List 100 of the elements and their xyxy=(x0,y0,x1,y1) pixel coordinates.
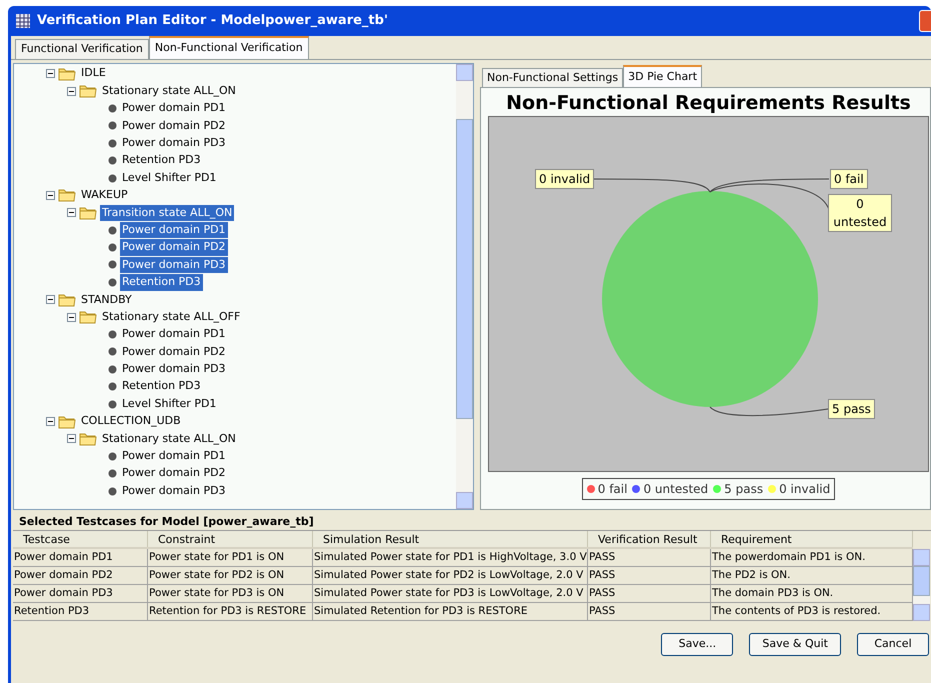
tree-item[interactable]: Power domain PD2 xyxy=(120,344,228,360)
tree-item[interactable]: Power domain PD3 xyxy=(120,135,228,152)
bullet-icon xyxy=(108,243,117,252)
collapse-icon[interactable] xyxy=(46,417,55,426)
tree-item[interactable]: Power domain PD1 xyxy=(120,222,228,238)
table-cell: Power domain PD1 xyxy=(13,549,148,566)
legend-label: 5 pass xyxy=(724,481,764,498)
bullet-icon xyxy=(108,174,117,183)
tree-item[interactable]: Transition state ALL_ON xyxy=(100,204,234,222)
bullet-icon xyxy=(108,278,117,287)
tree-item[interactable]: Level Shifter PD1 xyxy=(120,170,218,186)
bullet-icon xyxy=(108,260,117,270)
table-cell: Power domain PD3 xyxy=(13,585,148,602)
tree-item[interactable]: Power domain PD2 xyxy=(120,239,228,256)
folder-icon xyxy=(79,84,97,98)
bullet-icon xyxy=(108,382,117,392)
collapse-icon[interactable] xyxy=(67,312,76,322)
section-title: Selected Testcases for Model [power_aware_tb] xyxy=(18,514,315,530)
slice-label: 0 fail xyxy=(830,169,868,189)
tree-item[interactable]: Power domain PD1 xyxy=(120,448,228,465)
bullet-icon xyxy=(108,226,117,235)
scrollbar[interactable] xyxy=(913,549,930,621)
table-cell: PASS xyxy=(588,567,711,584)
folder-icon xyxy=(58,414,76,428)
dialog-button[interactable]: Save... xyxy=(661,633,734,656)
legend-label: 0 invalid xyxy=(779,481,830,498)
close-button[interactable] xyxy=(919,10,931,32)
column-header[interactable]: Testcase xyxy=(13,531,148,547)
collapse-icon[interactable] xyxy=(67,208,76,218)
dialog-button[interactable]: Save & Quit xyxy=(749,633,841,656)
folder-icon xyxy=(58,188,76,202)
collapse-icon[interactable] xyxy=(46,295,55,304)
slice-label: 5 pass xyxy=(828,399,875,419)
bullet-icon xyxy=(108,347,117,356)
column-header[interactable]: Verification Result xyxy=(588,531,711,547)
tab[interactable]: 3D Pie Chart xyxy=(623,65,702,87)
tab[interactable]: Non-Functional Verification xyxy=(148,36,309,59)
chart-title: Non-Functional Requirements Results xyxy=(506,91,911,116)
tree-item[interactable]: Power domain PD2 xyxy=(120,118,228,134)
legend-label: 0 untested xyxy=(643,481,708,498)
table-cell: PASS xyxy=(588,549,711,566)
bullet-icon xyxy=(108,486,117,496)
table-cell: Retention PD3 xyxy=(13,603,148,620)
tree-item[interactable]: Level Shifter PD1 xyxy=(120,396,218,412)
table-cell: Power state for PD1 is ON xyxy=(148,549,313,566)
bullet-icon xyxy=(108,330,117,340)
table-cell: PASS xyxy=(588,585,711,602)
tree-item[interactable]: Power domain PD1 xyxy=(120,326,228,343)
bullet-icon xyxy=(108,469,117,478)
collapse-icon[interactable] xyxy=(46,190,55,200)
collapse-icon[interactable] xyxy=(46,69,55,78)
tree-item[interactable]: STANDBY xyxy=(79,292,134,308)
table-cell: Simulated Power state for PD1 is HighVoltage, 3.0 V xyxy=(313,549,588,566)
tree-item[interactable]: Power domain PD2 xyxy=(120,465,228,482)
folder-icon xyxy=(58,292,76,307)
bullet-icon xyxy=(108,400,117,409)
column-header[interactable]: Constraint xyxy=(148,531,313,547)
bullet-icon xyxy=(108,104,117,113)
tree-item[interactable]: COLLECTION_UDB xyxy=(79,413,183,430)
bullet-icon xyxy=(108,121,117,130)
bullet-icon xyxy=(108,364,117,374)
table-cell: Retention for PD3 is RESTORE xyxy=(148,603,313,620)
column-header[interactable]: Requirement xyxy=(711,531,913,547)
folder-icon xyxy=(79,206,97,220)
folder-icon xyxy=(79,432,97,446)
grid-icon xyxy=(15,13,31,29)
bullet-icon xyxy=(108,138,117,148)
column-header[interactable]: Simulation Result xyxy=(313,531,588,547)
tree-item[interactable]: WAKEUP xyxy=(79,187,130,204)
collapse-icon[interactable] xyxy=(67,86,76,96)
tab[interactable]: Functional Verification xyxy=(15,39,149,59)
tree-item[interactable]: Retention PD3 xyxy=(120,152,203,169)
tree-item[interactable]: Power domain PD3 xyxy=(120,482,228,500)
tab[interactable]: Non-Functional Settings xyxy=(482,68,624,87)
tree-item[interactable]: Retention PD3 xyxy=(120,378,203,395)
tree-item[interactable]: Power domain PD3 xyxy=(120,256,228,274)
tree-item[interactable]: Stationary state ALL_ON xyxy=(100,82,238,100)
bullet-icon xyxy=(108,452,117,461)
tree-item[interactable]: Stationary state ALL_ON xyxy=(100,430,238,448)
tree-item[interactable]: Power domain PD3 xyxy=(120,361,228,378)
table-cell: Simulated Power state for PD2 is LowVoltage, 2.0 V xyxy=(313,567,588,584)
window-title: Verification Plan Editor - Modelpower_aware_tb' xyxy=(37,12,388,30)
table-cell: Simulated Retention for PD3 is RESTORE xyxy=(313,603,588,620)
collapse-icon[interactable] xyxy=(67,434,76,444)
table-cell: PASS xyxy=(588,603,711,620)
bullet-icon xyxy=(108,156,117,166)
folder-icon xyxy=(79,310,97,324)
scrollbar[interactable] xyxy=(456,64,473,509)
tree-item[interactable]: Stationary state ALL_OFF xyxy=(100,308,242,326)
table-cell: Power state for PD3 is ON xyxy=(148,585,313,602)
table-cell: Power state for PD2 is ON xyxy=(148,567,313,584)
tree-item[interactable]: IDLE xyxy=(79,65,108,82)
table-cell: Power domain PD2 xyxy=(13,567,148,584)
tree-item[interactable]: Retention PD3 xyxy=(120,274,203,291)
dialog-button[interactable]: Cancel xyxy=(857,633,929,656)
folder-icon xyxy=(58,66,76,81)
slice-label: 0 invalid xyxy=(535,169,594,189)
tree-item[interactable]: Power domain PD1 xyxy=(120,100,228,117)
legend-label: 0 fail xyxy=(598,481,628,498)
slice-label: 0 untested xyxy=(828,194,892,232)
